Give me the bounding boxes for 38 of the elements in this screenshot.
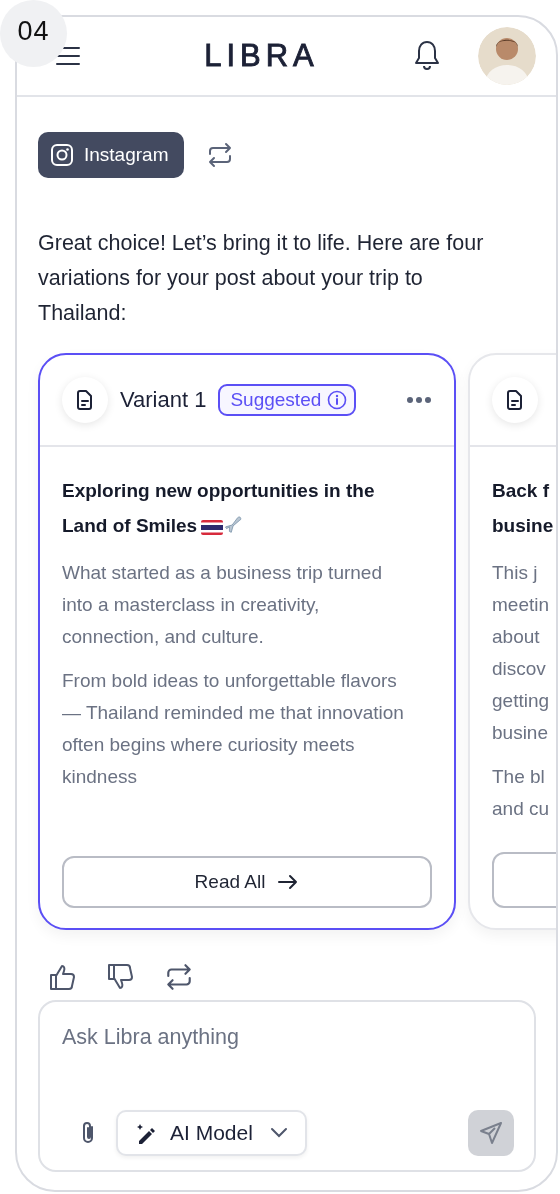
post-text-line: and cu [492,797,551,821]
flag-icon [201,520,224,535]
post-paragraph: What started as a business trip turned into a masterclass in creativity, connection, and culture. [62,561,383,649]
post-text-line: busine [492,721,549,745]
post-text-line: getting [492,689,551,713]
more-icon[interactable] [406,396,432,404]
send-button[interactable] [468,1110,514,1156]
post-paragraph: From bold ideas to unforgettable flavors — Thailand reminded me that innovation often begins where curiosity meets kindness [62,669,405,789]
arrow-icon [277,874,300,890]
thumbs-up-icon[interactable] [48,962,78,992]
document-icon [75,389,95,411]
post-heading: Exploring new opportunities in the Land of Smiles [62,479,376,538]
variant-title: Variant 1 [120,387,207,413]
post-text-line: The bl [492,765,546,789]
screen-number: 04 [0,0,67,67]
assistant-message: Great choice! Let’s bring it to life. Here are four variations for your post about your trip to Thailand: [38,230,485,327]
send-icon [478,1120,504,1146]
document-icon [505,389,525,411]
bell-icon[interactable] [412,39,442,73]
logo: LIBRA [203,38,320,74]
variant-card[interactable] [38,353,456,930]
thumbs-down-icon[interactable] [106,962,136,992]
suggested-badge: Suggested [218,384,357,416]
post-text-line: This j [492,561,539,585]
post-text-line: about [492,625,541,649]
message-input[interactable]: Ask Libra anything [62,1022,514,1052]
chevron-down-icon [268,1127,289,1139]
post-heading: busine [492,514,555,538]
post-text-line: meetin [492,593,551,617]
variant-card[interactable]: Back f busine This j meetin about discov getting busine The bl and cu [468,353,556,930]
ai-model-button[interactable]: AI Model [116,1110,307,1156]
read-all-button[interactable]: Read All [62,856,432,908]
instagram-button[interactable]: Instagram [38,132,185,178]
repeat-icon[interactable] [164,962,194,992]
post-text-line: discov [492,657,547,681]
menu-icon[interactable] [53,44,83,68]
post-heading: Back f [492,479,551,503]
instagram-icon [50,143,74,167]
